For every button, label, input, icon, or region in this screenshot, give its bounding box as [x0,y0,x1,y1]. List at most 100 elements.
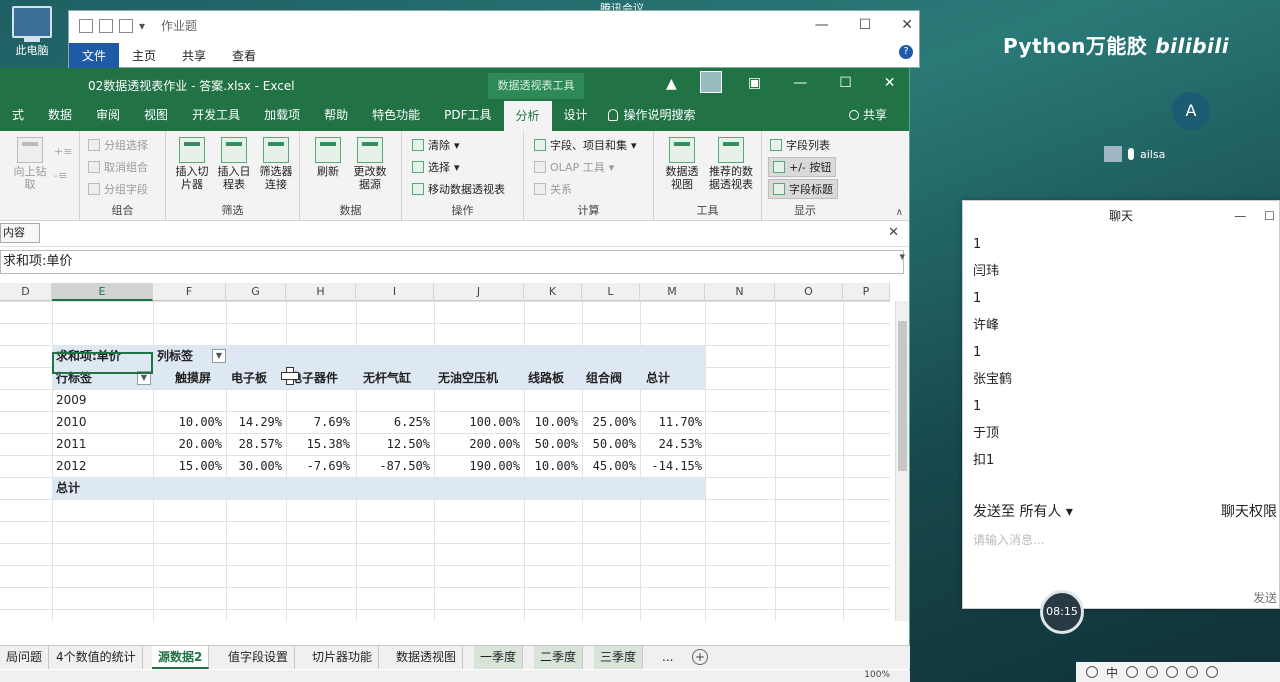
pivot-column-label[interactable]: 列标签 [157,345,193,367]
share-button[interactable]: 共享 [848,106,887,123]
tell-me-search[interactable]: 操作说明搜索 [607,106,696,131]
tab-addins[interactable]: 加载项 [252,106,312,131]
keyboard-icon[interactable] [1166,666,1179,678]
sheet-tab[interactable]: 切片器功能 [306,646,380,669]
chat-input[interactable]: 请输入消息... [973,531,1044,548]
drill-up-button[interactable]: 向上钻取 [10,137,50,191]
change-source-button[interactable]: 更改数据源 [350,137,390,191]
send-button[interactable]: 发送 [1253,589,1277,606]
properties-icon[interactable] [79,18,93,33]
send-to-dropdown[interactable]: 发送至 所有人 ▾ [973,501,1073,521]
column-header[interactable]: D [0,283,52,301]
column-header[interactable]: G [226,283,286,301]
tab-share[interactable]: 共享 [169,43,219,68]
tab-file[interactable]: 文件 [69,43,120,68]
avatar[interactable]: A [1172,92,1210,130]
column-header[interactable]: H [286,283,356,301]
minimize-icon[interactable]: — [1234,201,1246,231]
tab-developer[interactable]: 开发工具 [180,106,252,131]
sogou-icon[interactable] [1086,666,1098,678]
expand-field-icon[interactable]: +≡ [54,145,72,158]
pivot-cell[interactable] [260,389,350,411]
sheet-tab[interactable]: 4个数值的统计 [50,646,143,669]
maximize-icon[interactable]: ☐ [839,75,852,91]
collapse-field-icon[interactable]: -≡ [54,169,67,182]
select-button[interactable]: 选择 ▾ [412,157,460,177]
column-filter-dropdown[interactable]: ▼ [212,349,226,363]
tab-data[interactable]: 数据 [36,106,84,131]
column-header[interactable]: F [153,283,226,301]
pivot-cell[interactable]: -7.69% [260,455,350,477]
pivot-cell[interactable]: 7.69% [260,411,350,433]
pivot-cell[interactable] [340,389,430,411]
tab-design[interactable]: 设计 [552,106,600,131]
pivot-cell[interactable]: -87.50% [340,455,430,477]
chat-permission-button[interactable]: 聊天权限 [1221,501,1277,521]
tab-special[interactable]: 特色功能 [360,106,432,131]
tab-home[interactable]: 主页 [119,43,169,68]
insert-timeline-button[interactable]: 插入日程表 [214,137,254,191]
column-header[interactable]: P [843,283,890,301]
pivot-row-year[interactable]: 2010 [56,411,87,433]
ribbon-display-icon[interactable]: ▣ [748,75,761,91]
minimize-icon[interactable]: — [793,75,807,91]
fields-items-sets-button[interactable]: 字段、项目和集 ▾ [534,135,637,155]
insert-slicer-button[interactable]: 插入切片器 [172,137,212,191]
zoom-level[interactable]: 100% [864,670,890,680]
tab-review[interactable]: 审阅 [84,106,132,131]
recommended-pivot-button[interactable]: 推荐的数据透视表 [706,137,756,191]
sheet-tab[interactable]: 二季度 [534,646,584,669]
pivot-row-year[interactable]: 2011 [56,433,87,455]
content-button[interactable]: 内容 [0,223,40,243]
pivot-row-year[interactable]: 2009 [56,389,87,411]
chevron-down-icon[interactable]: ▾ [139,19,145,33]
sheet-tab[interactable]: 数据透视图 [390,646,464,669]
tab-analyze[interactable]: 分析 [503,101,552,131]
new-folder-icon[interactable] [119,18,133,33]
collapse-ribbon-icon[interactable]: ∧ [896,207,903,218]
user-avatar[interactable] [700,71,722,93]
sheet-tab[interactable]: 值字段设置 [222,646,296,669]
column-header[interactable]: M [640,283,705,301]
sheet-tab-active[interactable]: 源数据2 [152,646,210,669]
column-header[interactable]: I [356,283,434,301]
ime-indicator[interactable]: 中 [1106,664,1118,681]
pivot-chart-button[interactable]: 数据透视图 [662,137,702,191]
filter-connections-button[interactable]: 筛选器连接 [256,137,296,191]
maximize-icon[interactable]: ☐ [1264,201,1275,231]
tab-help[interactable]: 帮助 [312,106,360,131]
ungroup-button[interactable]: 取消组合 [88,157,148,177]
column-header[interactable]: N [705,283,775,301]
formula-input[interactable]: 求和项:单价 [0,250,904,274]
check-icon[interactable] [99,18,113,33]
relationships-button[interactable]: 关系 [534,179,572,199]
tab-view[interactable]: 查看 [219,43,269,68]
tab-pdf[interactable]: PDF工具 [432,106,503,131]
desktop-icon-this-pc[interactable]: 此电脑 [4,6,60,58]
emoji-icon[interactable] [1126,666,1139,678]
sheet-tab[interactable]: 三季度 [594,646,644,669]
warning-icon[interactable]: ▲ [666,76,677,92]
close-icon[interactable]: ✕ [888,225,899,240]
mic-icon[interactable] [1146,666,1159,678]
add-sheet-icon[interactable]: + [692,649,708,665]
pivot-cell[interactable]: 11.70% [612,411,702,433]
minimize-icon[interactable]: — [815,17,829,33]
more-sheets[interactable]: ... [656,646,679,669]
clear-button[interactable]: 清除 ▾ [412,135,460,155]
pivot-cell[interactable]: 15.38% [260,433,350,455]
field-headers-toggle[interactable]: 字段标题 [768,179,838,199]
column-header[interactable]: K [524,283,582,301]
help-icon[interactable]: ? [899,45,913,59]
column-header[interactable]: J [434,283,524,301]
close-icon[interactable]: ✕ [884,75,896,91]
participant-row[interactable]: ailsa [1104,146,1165,162]
pivot-cell[interactable]: -14.15% [612,455,702,477]
field-list-toggle[interactable]: 字段列表 [770,135,830,155]
column-header[interactable]: E [52,283,153,301]
sheet-tab[interactable]: 局问题 [0,646,50,669]
refresh-button[interactable]: 刷新 [308,137,348,178]
chevron-down-icon[interactable]: ▾ [899,250,905,263]
shirt-icon[interactable] [1186,666,1199,678]
pivot-cell[interactable]: 6.25% [340,411,430,433]
